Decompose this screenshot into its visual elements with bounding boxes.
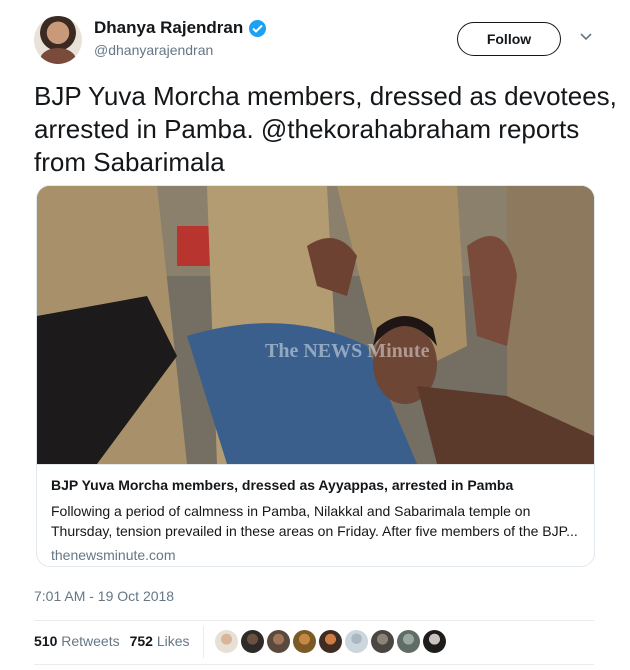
liker-avatar[interactable] <box>215 630 238 653</box>
likes-stat[interactable]: 752 Likes <box>130 633 190 649</box>
photo-watermark: The NEWS Minute <box>265 340 430 362</box>
retweets-count: 510 <box>34 633 58 649</box>
card-title[interactable]: BJP Yuva Morcha members, dressed as Ayya… <box>51 477 580 493</box>
link-card[interactable]: The NEWS Minute BJP Yuva Morcha members,… <box>36 185 595 567</box>
liker-avatar[interactable] <box>319 630 342 653</box>
stats-separator <box>203 626 204 658</box>
card-description: Following a period of calmness in Pamba,… <box>51 503 578 539</box>
follow-button[interactable]: Follow <box>457 22 561 56</box>
liker-avatar[interactable] <box>397 630 420 653</box>
likes-count: 752 <box>129 633 153 649</box>
verified-badge-icon <box>249 19 267 37</box>
liker-avatar[interactable] <box>371 630 394 653</box>
author-avatar[interactable] <box>34 16 82 64</box>
liker-avatar[interactable] <box>345 630 368 653</box>
retweets-label: Retweets <box>61 633 120 649</box>
divider-bottom <box>34 664 594 665</box>
likes-label: Likes <box>156 633 190 649</box>
card-domain[interactable]: thenewsminute.com <box>51 547 580 563</box>
tweet-text: BJP Yuva Morcha members, dressed as devo… <box>34 81 617 177</box>
liker-avatar[interactable] <box>293 630 316 653</box>
author-name[interactable]: Dhanya Rajendran <box>94 18 243 38</box>
chevron-down-icon[interactable] <box>580 32 592 42</box>
author-handle[interactable]: @dhanyarajendran <box>94 42 213 58</box>
card-photo[interactable]: The NEWS Minute <box>37 186 594 464</box>
tweet-timestamp[interactable]: 7:01 AM - 19 Oct 2018 <box>34 588 174 604</box>
liker-avatar[interactable] <box>267 630 290 653</box>
likers-avatars <box>215 630 446 653</box>
divider-top <box>34 620 594 621</box>
retweets-stat[interactable]: 510 Retweets <box>34 633 120 649</box>
liker-avatar[interactable] <box>423 630 446 653</box>
engagement-stats: 510 Retweets 752 Likes <box>34 633 190 649</box>
liker-avatar[interactable] <box>241 630 264 653</box>
